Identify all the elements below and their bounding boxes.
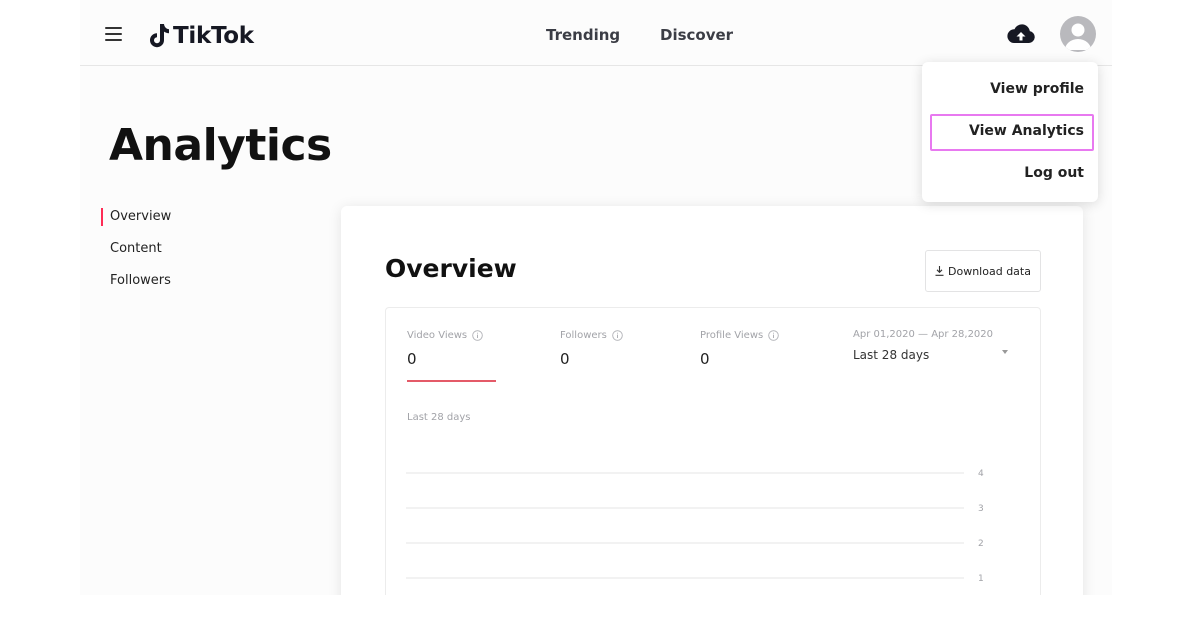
side-nav-overview[interactable]: Overview [101, 207, 171, 239]
profile-dropdown-menu: View profile View Analytics Log out [922, 62, 1098, 202]
nav-trending[interactable]: Trending [546, 26, 620, 44]
date-range-text: Apr 01,2020 — Apr 28,2020 [853, 329, 994, 340]
metrics-panel: Video Views 0 Followers 0 Profile Views [385, 307, 1041, 595]
metric-value: 0 [700, 350, 710, 368]
selected-metric-underline [407, 380, 496, 382]
metric-followers[interactable]: Followers 0 [560, 330, 623, 368]
info-icon[interactable] [472, 330, 483, 341]
download-icon [935, 266, 944, 276]
download-data-label: Download data [948, 264, 1031, 278]
chevron-down-icon [1002, 350, 1008, 354]
info-icon[interactable] [768, 330, 779, 341]
date-range-selector[interactable]: Apr 01,2020 — Apr 28,2020 Last 28 days [853, 329, 1013, 362]
tiktok-note-icon [150, 24, 169, 48]
range-select-value: Last 28 days [853, 348, 930, 362]
tiktok-logo[interactable]: TikTok [147, 22, 254, 50]
y-tick-label: 4 [978, 469, 984, 479]
hamburger-menu-icon[interactable] [105, 27, 122, 41]
menu-item-log-out[interactable]: Log out [1024, 165, 1084, 181]
overview-card: Overview Download data Video Views 0 Fol… [341, 206, 1083, 595]
app-window: TikTok Trending Discover Analytics Overv… [80, 0, 1112, 595]
menu-item-view-analytics[interactable]: View Analytics [969, 123, 1084, 139]
metric-label: Video Views [407, 330, 468, 341]
menu-item-view-profile[interactable]: View profile [990, 81, 1084, 97]
analytics-side-nav: Overview Content Followers [101, 207, 171, 303]
metric-label: Followers [560, 330, 607, 341]
metric-video-views[interactable]: Video Views 0 [407, 330, 496, 382]
side-nav-followers[interactable]: Followers [101, 271, 171, 303]
y-tick-label: 1 [978, 574, 984, 584]
default-avatar-icon [1065, 23, 1091, 50]
nav-discover[interactable]: Discover [660, 26, 733, 44]
views-line-chart: 4 3 2 1 [406, 469, 984, 584]
brand-name: TikTok [173, 23, 254, 49]
overview-title: Overview [385, 254, 517, 283]
page-title: Analytics [109, 120, 332, 171]
metric-value: 0 [560, 350, 570, 368]
y-tick-label: 3 [978, 504, 984, 514]
info-icon[interactable] [612, 330, 623, 341]
metric-value: 0 [407, 350, 417, 368]
metric-label: Profile Views [700, 330, 764, 341]
chart-caption: Last 28 days [407, 412, 471, 423]
top-navigation-bar: TikTok Trending Discover [80, 0, 1112, 66]
metric-profile-views[interactable]: Profile Views 0 [700, 330, 779, 368]
side-nav-content[interactable]: Content [101, 239, 171, 271]
upload-cloud-icon[interactable] [1006, 22, 1036, 46]
download-data-button[interactable]: Download data [925, 250, 1041, 292]
user-avatar[interactable] [1060, 16, 1096, 52]
y-tick-label: 2 [978, 539, 984, 549]
